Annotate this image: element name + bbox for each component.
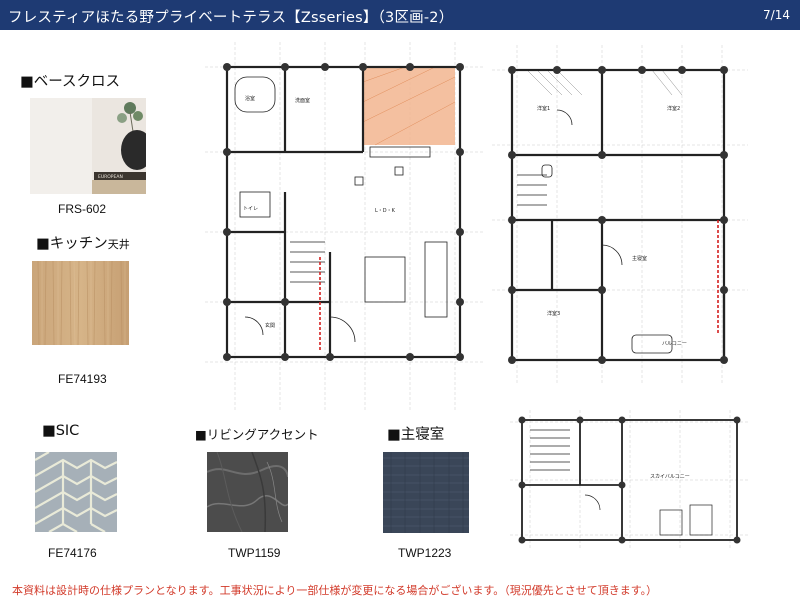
material-label-kitchen-ceiling: ■キッチン天井 xyxy=(36,232,130,253)
page-number: 7/14 xyxy=(763,8,790,22)
material-label-base-cloth: ■ベースクロス xyxy=(20,74,120,90)
fp1-label-entrance: 玄関 xyxy=(265,322,275,329)
roof-label-sky-balcony: スカイバルコニー xyxy=(650,474,690,480)
fp2-label-room2: 洋室2 xyxy=(667,105,680,112)
fp1-label-toilet: トイレ xyxy=(243,206,258,212)
swatch-wood-grain xyxy=(32,261,129,345)
floor-plan-second-floor: 主寝室 洋室1 洋室2 洋室3 バルコニー xyxy=(492,45,748,383)
fp1-label-wash: 洗面室 xyxy=(295,97,310,104)
swatch-navy-fabric xyxy=(383,452,469,533)
book-title-text: EUROPEAN xyxy=(98,174,123,180)
page-title: フレスティアほたる野プライベートテラス【Zsseries】（3区画-2） xyxy=(8,10,454,26)
floor-plan-first-floor: L・D・K 玄関 浴室 洗面室 トイレ xyxy=(205,42,483,410)
material-label-living-accent: ■リビングアクセント xyxy=(195,427,319,442)
swatch-sic-tile xyxy=(35,452,117,532)
fp2-label-master: 主寝室 xyxy=(632,255,647,262)
floor-plan-roof: スカイバルコニー xyxy=(510,410,750,550)
material-label-master-bedroom: ■主寝室 xyxy=(387,427,445,443)
material-code-base-cloth: FRS-602 xyxy=(58,202,107,216)
material-code-sic: FE74176 xyxy=(48,546,97,560)
kitchen-label-main: ■キッチン xyxy=(36,236,108,252)
material-label-sic: ■SIC xyxy=(42,423,80,439)
fp2-label-balcony: バルコニー xyxy=(662,341,687,347)
fp2-label-room3: 洋室3 xyxy=(547,310,560,317)
material-code-master-bedroom: TWP1223 xyxy=(398,546,452,560)
kitchen-label-sub: 天井 xyxy=(107,238,130,251)
header-bar: フレスティアほたる野プライベートテラス【Zsseries】（3区画-2） 7/1… xyxy=(0,0,800,30)
material-code-kitchen: FE74193 xyxy=(58,372,107,386)
material-code-living-accent: TWP1159 xyxy=(228,546,281,560)
disclaimer-footer: 本資料は設計時の仕様プランとなります。工事状況により一部仕様が変更になる場合がご… xyxy=(12,584,658,597)
fp1-label-ldk: L・D・K xyxy=(375,208,396,214)
fp1-label-bath: 浴室 xyxy=(245,95,255,102)
swatch-marble-dark xyxy=(207,452,288,532)
swatch-base-cloth-photo: EUROPEAN xyxy=(30,98,146,194)
fp2-label-room1: 洋室1 xyxy=(537,105,550,112)
